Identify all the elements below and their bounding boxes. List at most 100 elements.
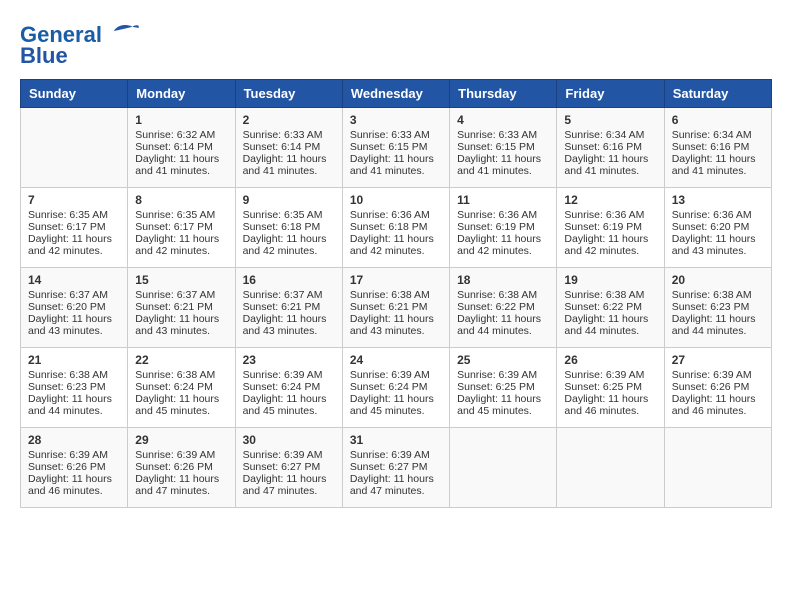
sunset-text: Sunset: 6:21 PM: [350, 301, 442, 313]
calendar-cell: 30Sunrise: 6:39 AMSunset: 6:27 PMDayligh…: [235, 428, 342, 508]
day-number: 6: [672, 113, 764, 127]
day-number: 30: [243, 433, 335, 447]
sunset-text: Sunset: 6:15 PM: [350, 141, 442, 153]
day-number: 10: [350, 193, 442, 207]
calendar-cell: 3Sunrise: 6:33 AMSunset: 6:15 PMDaylight…: [342, 108, 449, 188]
sunrise-text: Sunrise: 6:33 AM: [457, 129, 549, 141]
calendar-cell: 21Sunrise: 6:38 AMSunset: 6:23 PMDayligh…: [21, 348, 128, 428]
sunrise-text: Sunrise: 6:37 AM: [135, 289, 227, 301]
daylight-text: Daylight: 11 hours and 41 minutes.: [243, 153, 335, 177]
daylight-text: Daylight: 11 hours and 42 minutes.: [564, 233, 656, 257]
sunset-text: Sunset: 6:18 PM: [243, 221, 335, 233]
sunset-text: Sunset: 6:27 PM: [350, 461, 442, 473]
calendar-cell: 4 Sunrise: 6:33 AMSunset: 6:15 PMDaylight…: [450, 108, 557, 188]
day-number: 25: [457, 353, 549, 367]
daylight-text: Daylight: 11 hours and 41 minutes.: [564, 153, 656, 177]
logo-bird-icon: [110, 20, 140, 42]
sunset-text: Sunset: 6:20 PM: [28, 301, 120, 313]
calendar-cell: 27Sunrise: 6:39 AMSunset: 6:26 PMDayligh…: [664, 348, 771, 428]
weekday-header-friday: Friday: [557, 80, 664, 108]
logo-blue: Blue: [20, 43, 140, 69]
weekday-header-wednesday: Wednesday: [342, 80, 449, 108]
calendar-body: 1Sunrise: 6:32 AMSunset: 6:14 PMDaylight…: [21, 108, 772, 508]
weekday-header-tuesday: Tuesday: [235, 80, 342, 108]
daylight-text: Daylight: 11 hours and 44 minutes.: [28, 393, 120, 417]
calendar-cell: 28Sunrise: 6:39 AMSunset: 6:26 PMDayligh…: [21, 428, 128, 508]
daylight-text: Daylight: 11 hours and 46 minutes.: [672, 393, 764, 417]
sunrise-text: Sunrise: 6:39 AM: [350, 369, 442, 381]
calendar-cell: 11Sunrise: 6:36 AMSunset: 6:19 PMDayligh…: [450, 188, 557, 268]
calendar-cell: 16 Sunrise: 6:37 AMSunset: 6:21 PMDayligh…: [235, 268, 342, 348]
sunset-text: Sunset: 6:22 PM: [457, 301, 549, 313]
day-number: 13: [672, 193, 764, 207]
daylight-text: Daylight: 11 hours and 41 minutes.: [457, 153, 549, 177]
sunset-text: Sunset: 6:27 PM: [243, 461, 335, 473]
sunrise-text: Sunrise: 6:37 AM: [28, 289, 120, 301]
calendar-cell: 6Sunrise: 6:34 AMSunset: 6:16 PMDaylight…: [664, 108, 771, 188]
daylight-text: Daylight: 11 hours and 44 minutes.: [672, 313, 764, 337]
daylight-text: Daylight: 11 hours and 47 minutes.: [350, 473, 442, 497]
day-number: 21: [28, 353, 120, 367]
calendar-cell: 29Sunrise: 6:39 AMSunset: 6:26 PMDayligh…: [128, 428, 235, 508]
calendar-week-row: 1Sunrise: 6:32 AMSunset: 6:14 PMDaylight…: [21, 108, 772, 188]
sunrise-text: Sunrise: 6:35 AM: [243, 209, 335, 221]
daylight-text: Daylight: 11 hours and 45 minutes.: [243, 393, 335, 417]
daylight-text: Daylight: 11 hours and 43 minutes.: [350, 313, 442, 337]
sunrise-text: Sunrise: 6:38 AM: [135, 369, 227, 381]
day-number: 4: [457, 113, 549, 127]
weekday-header-row: SundayMondayTuesdayWednesdayThursdayFrid…: [21, 80, 772, 108]
logo: General Blue: [20, 20, 140, 69]
calendar-cell: 18 Sunrise: 6:38 AMSunset: 6:22 PMDayligh…: [450, 268, 557, 348]
calendar-cell: 9Sunrise: 6:35 AMSunset: 6:18 PMDaylight…: [235, 188, 342, 268]
weekday-header-saturday: Saturday: [664, 80, 771, 108]
day-number: 26: [564, 353, 656, 367]
day-number: 20: [672, 273, 764, 287]
sunrise-text: Sunrise: 6:39 AM: [457, 369, 549, 381]
calendar-cell: 10Sunrise: 6:36 AMSunset: 6:18 PMDayligh…: [342, 188, 449, 268]
daylight-text: Daylight: 11 hours and 41 minutes.: [672, 153, 764, 177]
sunset-text: Sunset: 6:15 PM: [457, 141, 549, 153]
calendar-cell: [557, 428, 664, 508]
calendar-cell: 1Sunrise: 6:32 AMSunset: 6:14 PMDaylight…: [128, 108, 235, 188]
sunrise-text: Sunrise: 6:38 AM: [672, 289, 764, 301]
sunrise-text: Sunrise: 6:38 AM: [457, 289, 549, 301]
day-number: 9: [243, 193, 335, 207]
sunrise-text: Sunrise: 6:35 AM: [135, 209, 227, 221]
calendar-cell: [450, 428, 557, 508]
sunrise-text: Sunrise: 6:37 AM: [243, 289, 335, 301]
day-number: 16: [243, 273, 335, 287]
sunset-text: Sunset: 6:18 PM: [350, 221, 442, 233]
sunrise-text: Sunrise: 6:33 AM: [243, 129, 335, 141]
day-number: 3: [350, 113, 442, 127]
calendar-cell: [21, 108, 128, 188]
calendar-cell: 5Sunrise: 6:34 AMSunset: 6:16 PMDaylight…: [557, 108, 664, 188]
sunset-text: Sunset: 6:17 PM: [28, 221, 120, 233]
calendar-week-row: 21Sunrise: 6:38 AMSunset: 6:23 PMDayligh…: [21, 348, 772, 428]
daylight-text: Daylight: 11 hours and 43 minutes.: [243, 313, 335, 337]
calendar-cell: 26Sunrise: 6:39 AMSunset: 6:25 PMDayligh…: [557, 348, 664, 428]
daylight-text: Daylight: 11 hours and 42 minutes.: [350, 233, 442, 257]
daylight-text: Daylight: 11 hours and 44 minutes.: [457, 313, 549, 337]
daylight-text: Daylight: 11 hours and 42 minutes.: [457, 233, 549, 257]
sunrise-text: Sunrise: 6:39 AM: [672, 369, 764, 381]
sunset-text: Sunset: 6:24 PM: [243, 381, 335, 393]
daylight-text: Daylight: 11 hours and 47 minutes.: [135, 473, 227, 497]
calendar-week-row: 7Sunrise: 6:35 AMSunset: 6:17 PMDaylight…: [21, 188, 772, 268]
sunset-text: Sunset: 6:17 PM: [135, 221, 227, 233]
day-number: 18: [457, 273, 549, 287]
daylight-text: Daylight: 11 hours and 41 minutes.: [350, 153, 442, 177]
sunrise-text: Sunrise: 6:36 AM: [564, 209, 656, 221]
daylight-text: Daylight: 11 hours and 41 minutes.: [135, 153, 227, 177]
sunrise-text: Sunrise: 6:38 AM: [350, 289, 442, 301]
calendar-week-row: 28Sunrise: 6:39 AMSunset: 6:26 PMDayligh…: [21, 428, 772, 508]
sunrise-text: Sunrise: 6:39 AM: [243, 369, 335, 381]
calendar-cell: 31Sunrise: 6:39 AMSunset: 6:27 PMDayligh…: [342, 428, 449, 508]
calendar-cell: 23Sunrise: 6:39 AMSunset: 6:24 PMDayligh…: [235, 348, 342, 428]
calendar-cell: 24Sunrise: 6:39 AMSunset: 6:24 PMDayligh…: [342, 348, 449, 428]
sunset-text: Sunset: 6:24 PM: [350, 381, 442, 393]
sunset-text: Sunset: 6:24 PM: [135, 381, 227, 393]
sunset-text: Sunset: 6:21 PM: [243, 301, 335, 313]
day-number: 24: [350, 353, 442, 367]
sunset-text: Sunset: 6:16 PM: [564, 141, 656, 153]
sunrise-text: Sunrise: 6:38 AM: [28, 369, 120, 381]
